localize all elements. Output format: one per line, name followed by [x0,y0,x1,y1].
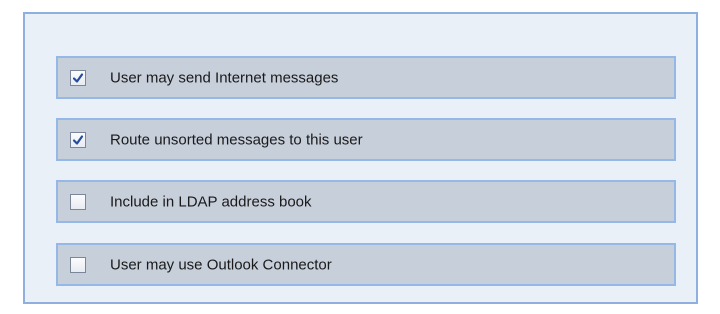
checkbox-checked-icon [72,134,84,145]
option-route-unsorted-messages[interactable]: Route unsorted messages to this user [56,118,676,161]
option-include-ldap-address-book[interactable]: Include in LDAP address book [56,180,676,223]
use-outlook-connector-checkbox[interactable] [70,256,86,273]
option-label: User may send Internet messages [110,69,339,86]
include-ldap-address-book-checkbox[interactable] [70,193,86,210]
option-send-internet-messages[interactable]: User may send Internet messages [56,56,676,99]
options-panel: User may send Internet messages Route un… [23,12,698,304]
option-use-outlook-connector[interactable]: User may use Outlook Connector [56,243,676,286]
route-unsorted-messages-checkbox[interactable] [70,131,86,148]
option-label: Include in LDAP address book [110,193,312,210]
option-label: Route unsorted messages to this user [110,131,363,148]
send-internet-messages-checkbox[interactable] [70,69,86,86]
checkbox-checked-icon [72,72,84,83]
option-label: User may use Outlook Connector [110,256,332,273]
